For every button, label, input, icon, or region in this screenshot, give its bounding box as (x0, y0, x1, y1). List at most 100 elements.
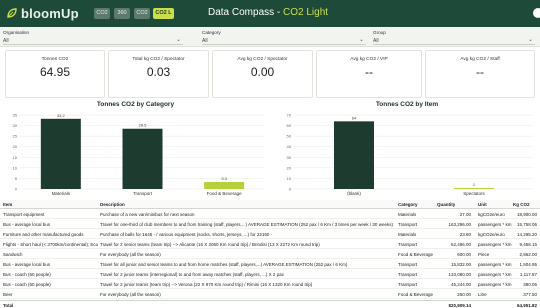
cell-description: Travel for one-third of club members to … (100, 222, 393, 227)
nav-button-co2-alt[interactable]: CO2 (134, 8, 150, 19)
x-category-label: Food & Beverage (207, 191, 243, 196)
nav-button-360[interactable]: 360 (114, 8, 130, 19)
filter-bar: Organisation All ⌄ Category All ⌄ Group … (0, 27, 540, 47)
table-row[interactable]: Beer For everybody (all the season) Food &… (0, 290, 540, 299)
cell-quantity: 45,244.00 (450, 282, 471, 287)
filter-underline (202, 44, 366, 45)
emissions-table: Item Description Category Quantity Unit … (0, 200, 540, 308)
cell-quantity: 62,496.00 (450, 242, 471, 247)
cell-item: Flights - Short haul (< 3700km/continent… (3, 242, 98, 247)
cell-quantity: 27.00 (459, 212, 471, 217)
cell-quantity: 133,080.00 (448, 272, 471, 277)
y-tick-label: 10 (13, 165, 18, 170)
info-icon[interactable] (533, 8, 540, 18)
bar-chart-by-item: 0 10 20 30 40 50 60 70 64 (blank) 1 Spectators (287, 113, 534, 196)
x-category-label: Spectators (463, 191, 485, 196)
table-row[interactable]: Bus - average local bus Travel for one-th… (0, 220, 540, 229)
chevron-down-icon[interactable]: ⌄ (528, 36, 533, 43)
cell-description: For everybody (all the season) (100, 292, 161, 297)
y-tick-label: 70 (287, 113, 292, 118)
filter-label-organisation: Organisation (3, 30, 30, 35)
cell-kg-co2: 9,458.15 (519, 242, 537, 247)
total-label: Total (3, 303, 14, 308)
cell-kg-co2: 380.05 (523, 282, 537, 287)
column-header-category[interactable]: Category (398, 202, 418, 207)
kpi-title: Tonnes CO2 (41, 57, 69, 62)
cell-description: Purchase of balls for 1645 - / various e… (100, 232, 273, 237)
cell-description: Travel for all junior and senior teams t… (100, 262, 348, 267)
table-total-row: Total 820,909.14 64,951.82 (0, 300, 540, 308)
y-tick-label: 50 (287, 134, 292, 139)
cell-item: Bus - average local bus (3, 262, 51, 267)
filter-underline (3, 44, 183, 45)
kpi-value: -- (365, 65, 373, 79)
cell-item: Bus - coach (50 people) (3, 282, 51, 287)
table-row[interactable]: Bus - average local bus Travel for all ju… (0, 260, 540, 269)
y-tick-label: 40 (287, 144, 292, 149)
bar[interactable] (334, 121, 374, 189)
column-header-description[interactable]: Description (100, 202, 125, 207)
kpi-value: 0.03 (146, 65, 171, 79)
cell-quantity: 15,832.00 (450, 262, 471, 267)
cell-kg-co2: 14,295.20 (516, 232, 537, 237)
y-tick-label: 10 (287, 176, 292, 181)
y-tick-label: 20 (13, 144, 18, 149)
y-tick-label: 0 (289, 187, 292, 192)
app-title-accent: CO2 Light (283, 7, 329, 18)
column-header-kg-co2[interactable]: Kg CO2 (513, 202, 530, 207)
cell-quantity: 250.00 (457, 292, 471, 297)
kpi-value: 0.00 (250, 65, 275, 79)
column-header-item[interactable]: Item (3, 202, 12, 207)
kpi-card-avg-per-spectator: Avg kg CO2 / Spectator 0.00 (212, 50, 313, 98)
y-tick-label: 15 (13, 155, 18, 160)
bar[interactable] (454, 187, 494, 189)
kpi-title: Avg kg CO2 / Staff (460, 57, 500, 62)
bar-data-label: 64 (352, 115, 357, 120)
chevron-down-icon[interactable]: ⌄ (176, 36, 181, 43)
bar[interactable] (204, 182, 245, 189)
table-row[interactable]: Flights - Short haul (< 3700km/continent… (0, 240, 540, 249)
cell-description: Purchase of a new van/minibus for next s… (100, 212, 195, 217)
y-tick-label: 30 (13, 123, 18, 128)
bar-chart-by-category: 0 5 10 15 20 25 30 35 33.2 Materials 28.5 Transport… (13, 113, 265, 196)
app-header: bloomUp CO2 360 CO2 CO2 L Data Compass -… (0, 0, 540, 27)
table-row[interactable]: Bus - coach (50 people) Travel for 2 juni… (0, 270, 540, 279)
cell-item: Beer (3, 292, 13, 297)
cell-item: Bus - coach (50 people) (3, 272, 51, 277)
bar[interactable] (40, 118, 81, 189)
bar-data-label: 3.3 (221, 176, 227, 181)
cell-quantity: 23.80 (459, 232, 471, 237)
filter-label-category: Category (202, 30, 221, 35)
cell-kg-co2: 18,900.00 (516, 212, 537, 217)
table-row[interactable]: Furniture and other manufactured goods Pu… (0, 230, 540, 239)
x-category-label: (blank) (347, 191, 361, 196)
cell-kg-co2: 1,504.95 (519, 262, 537, 267)
cell-item: Transport equipment (3, 212, 45, 217)
bar[interactable] (122, 128, 163, 189)
column-header-unit[interactable]: Unit (478, 202, 487, 207)
table-row[interactable]: Sandwich For everybody (all the season) Fo… (0, 250, 540, 259)
filter-underline (373, 44, 535, 45)
y-tick-label: 30 (287, 155, 292, 160)
column-header-quantity[interactable]: Quantity (437, 202, 455, 207)
cell-quantity: 600.00 (457, 252, 471, 257)
table-header: Item Description Category Quantity Unit … (0, 200, 540, 209)
x-category-label: Materials (52, 191, 71, 196)
nav-button-co2-light[interactable]: CO2 L (153, 8, 174, 19)
cell-description: Travel for 2 junior teams (team trip) --… (100, 282, 313, 287)
app-logo[interactable]: bloomUp (6, 5, 79, 21)
table-row[interactable]: Bus - coach (50 people) Travel for 2 juni… (0, 280, 540, 289)
kpi-value: 64.95 (39, 65, 71, 79)
total-kg-co2: 64,951.82 (516, 303, 537, 308)
nav-button-co2[interactable]: CO2 (94, 8, 110, 19)
kpi-card-avg-per-vip: Avg kg CO2 / VIP -- (316, 50, 422, 98)
y-tick-label: 0 (15, 187, 18, 192)
chevron-down-icon[interactable]: ⌄ (359, 36, 364, 43)
y-tick-label: 60 (287, 123, 292, 128)
table-row[interactable]: Transport equipment Purchase of a new van… (0, 210, 540, 219)
cell-item: Bus - average local bus (3, 222, 51, 227)
bar-data-label: 28.5 (139, 123, 148, 128)
app-title-main: Data Compass - (208, 7, 284, 18)
kpi-title: Avg kg CO2 / Spectator (237, 57, 288, 62)
bar-data-label: 33.2 (57, 113, 66, 118)
